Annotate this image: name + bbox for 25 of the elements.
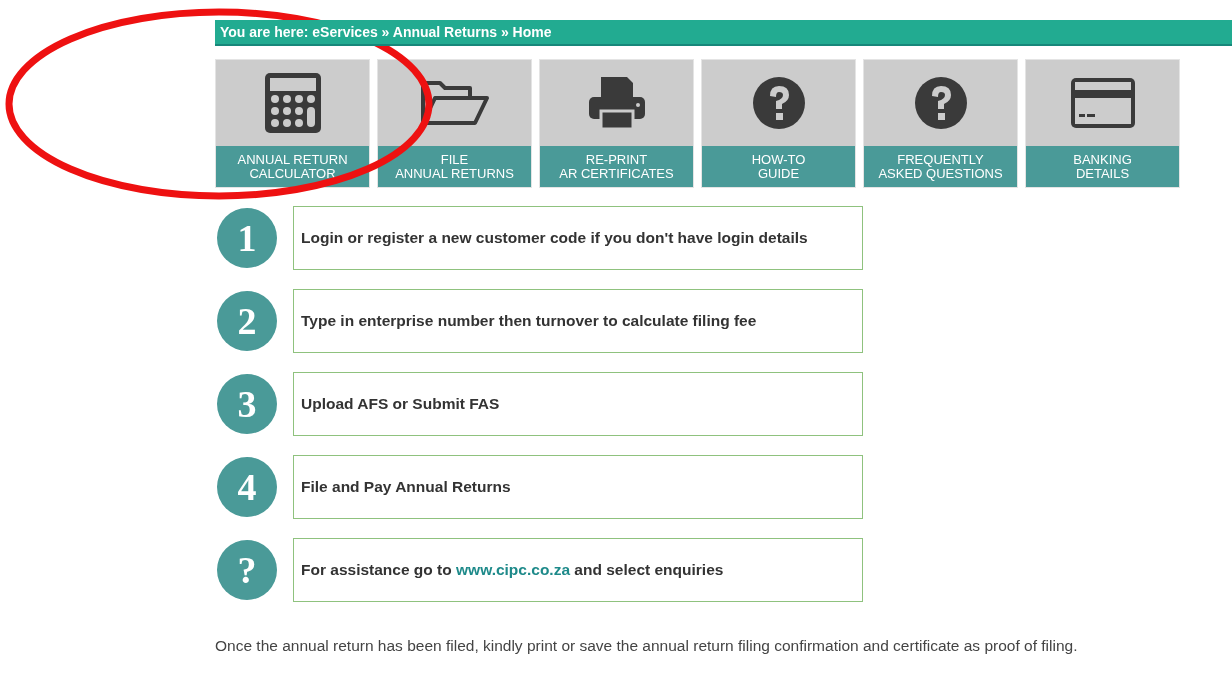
- help-icon: [913, 76, 968, 130]
- step-number: 3: [217, 374, 277, 434]
- help-icon: [751, 76, 806, 130]
- credit-card-icon: [1068, 76, 1137, 130]
- step-number: 4: [217, 457, 277, 517]
- note-text: Once the annual return has been filed, kindly print or save the annual return filing confirmation and certificate as proof of filing.: [215, 636, 1079, 656]
- service-tile[interactable]: BANKING DETAILS: [1025, 59, 1180, 188]
- breadcrumb: You are here: eServices » Annual Returns » Home: [220, 22, 552, 42]
- service-tile[interactable]: RE-PRINT AR CERTIFICATES: [539, 59, 694, 188]
- service-tile[interactable]: FREQUENTLY ASKED QUESTIONS: [863, 59, 1018, 188]
- service-tile[interactable]: ANNUAL RETURN CALCULATOR: [215, 59, 370, 188]
- step-text: Type in enterprise number then turnover to calculate filing fee: [301, 311, 757, 332]
- step-text: Login or register a new customer code if you don't have login details: [301, 228, 808, 249]
- step-number: 1: [217, 208, 277, 268]
- step-text: For assistance go to www.cipc.co.za and select enquiries: [301, 560, 724, 581]
- website-link[interactable]: www.cipc.co.za: [456, 561, 571, 579]
- calculator-icon: [262, 71, 323, 135]
- step-text: File and Pay Annual Returns: [301, 477, 511, 498]
- folder-icon: [419, 78, 490, 128]
- step-text: Upload AFS or Submit FAS: [301, 394, 500, 415]
- step-number: ?: [217, 540, 277, 600]
- step-number: 2: [217, 291, 277, 351]
- service-tile[interactable]: FILE ANNUAL RETURNS: [377, 59, 532, 188]
- service-tile[interactable]: HOW-TO GUIDE: [701, 59, 856, 188]
- printer-icon: [586, 75, 647, 131]
